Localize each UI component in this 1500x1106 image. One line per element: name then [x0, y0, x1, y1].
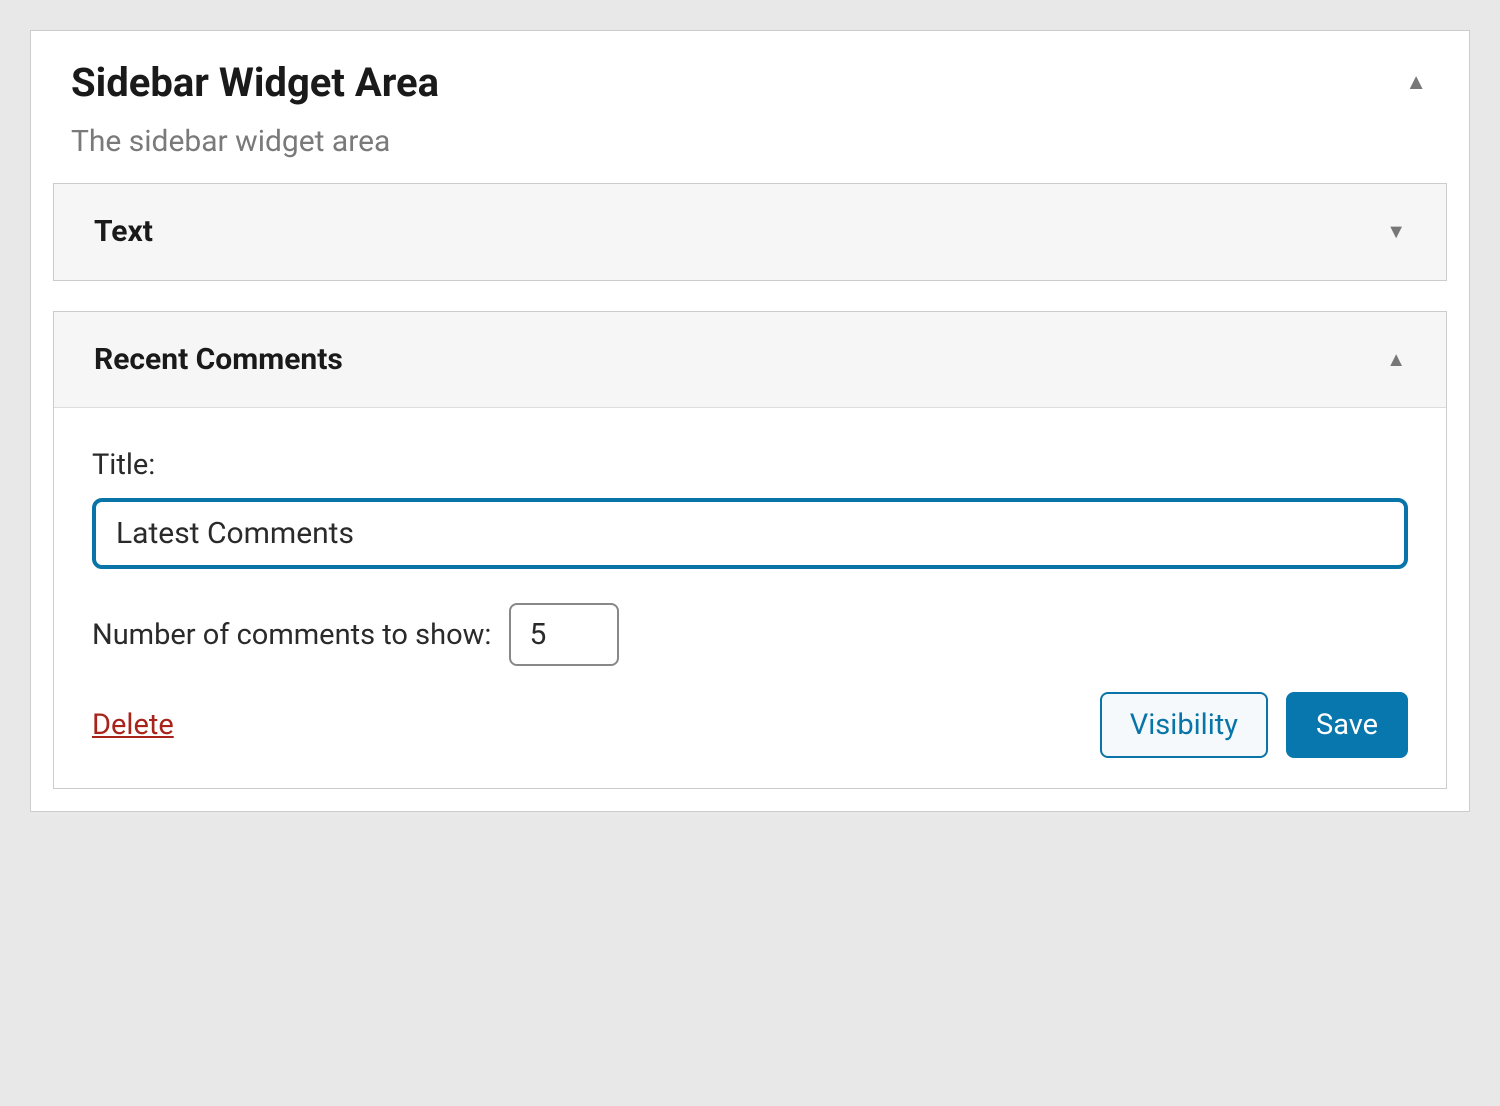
- count-label: Number of comments to show:: [92, 618, 491, 652]
- count-field-row: Number of comments to show:: [92, 603, 1408, 666]
- widget-text: Text ▼: [53, 183, 1447, 281]
- widget-text-header[interactable]: Text ▼: [54, 184, 1446, 280]
- chevron-up-icon: ▲: [1386, 347, 1406, 372]
- widget-list: Text ▼ Recent Comments ▲ Title: Number o…: [31, 183, 1469, 811]
- title-field-row: Title:: [92, 448, 1408, 569]
- action-buttons: Visibility Save: [1100, 692, 1408, 758]
- delete-link[interactable]: Delete: [92, 708, 174, 742]
- save-button[interactable]: Save: [1286, 692, 1408, 758]
- sidebar-widget-area-panel: Sidebar Widget Area The sidebar widget a…: [30, 30, 1470, 812]
- title-input[interactable]: [92, 498, 1408, 569]
- widget-recent-comments-body: Title: Number of comments to show: Delet…: [54, 408, 1446, 788]
- title-label: Title:: [92, 448, 1408, 482]
- widget-actions: Delete Visibility Save: [92, 692, 1408, 758]
- visibility-button[interactable]: Visibility: [1100, 692, 1268, 758]
- panel-title: Sidebar Widget Area: [71, 59, 1429, 106]
- chevron-down-icon: ▼: [1386, 219, 1406, 244]
- widget-recent-comments-title: Recent Comments: [94, 342, 343, 377]
- count-input[interactable]: [509, 603, 619, 666]
- widget-recent-comments-header[interactable]: Recent Comments ▲: [54, 312, 1446, 408]
- panel-description: The sidebar widget area: [71, 124, 1429, 159]
- widget-text-title: Text: [94, 214, 153, 249]
- panel-header[interactable]: Sidebar Widget Area The sidebar widget a…: [31, 31, 1469, 183]
- widget-recent-comments: Recent Comments ▲ Title: Number of comme…: [53, 311, 1447, 789]
- collapse-up-icon[interactable]: ▲: [1405, 69, 1427, 95]
